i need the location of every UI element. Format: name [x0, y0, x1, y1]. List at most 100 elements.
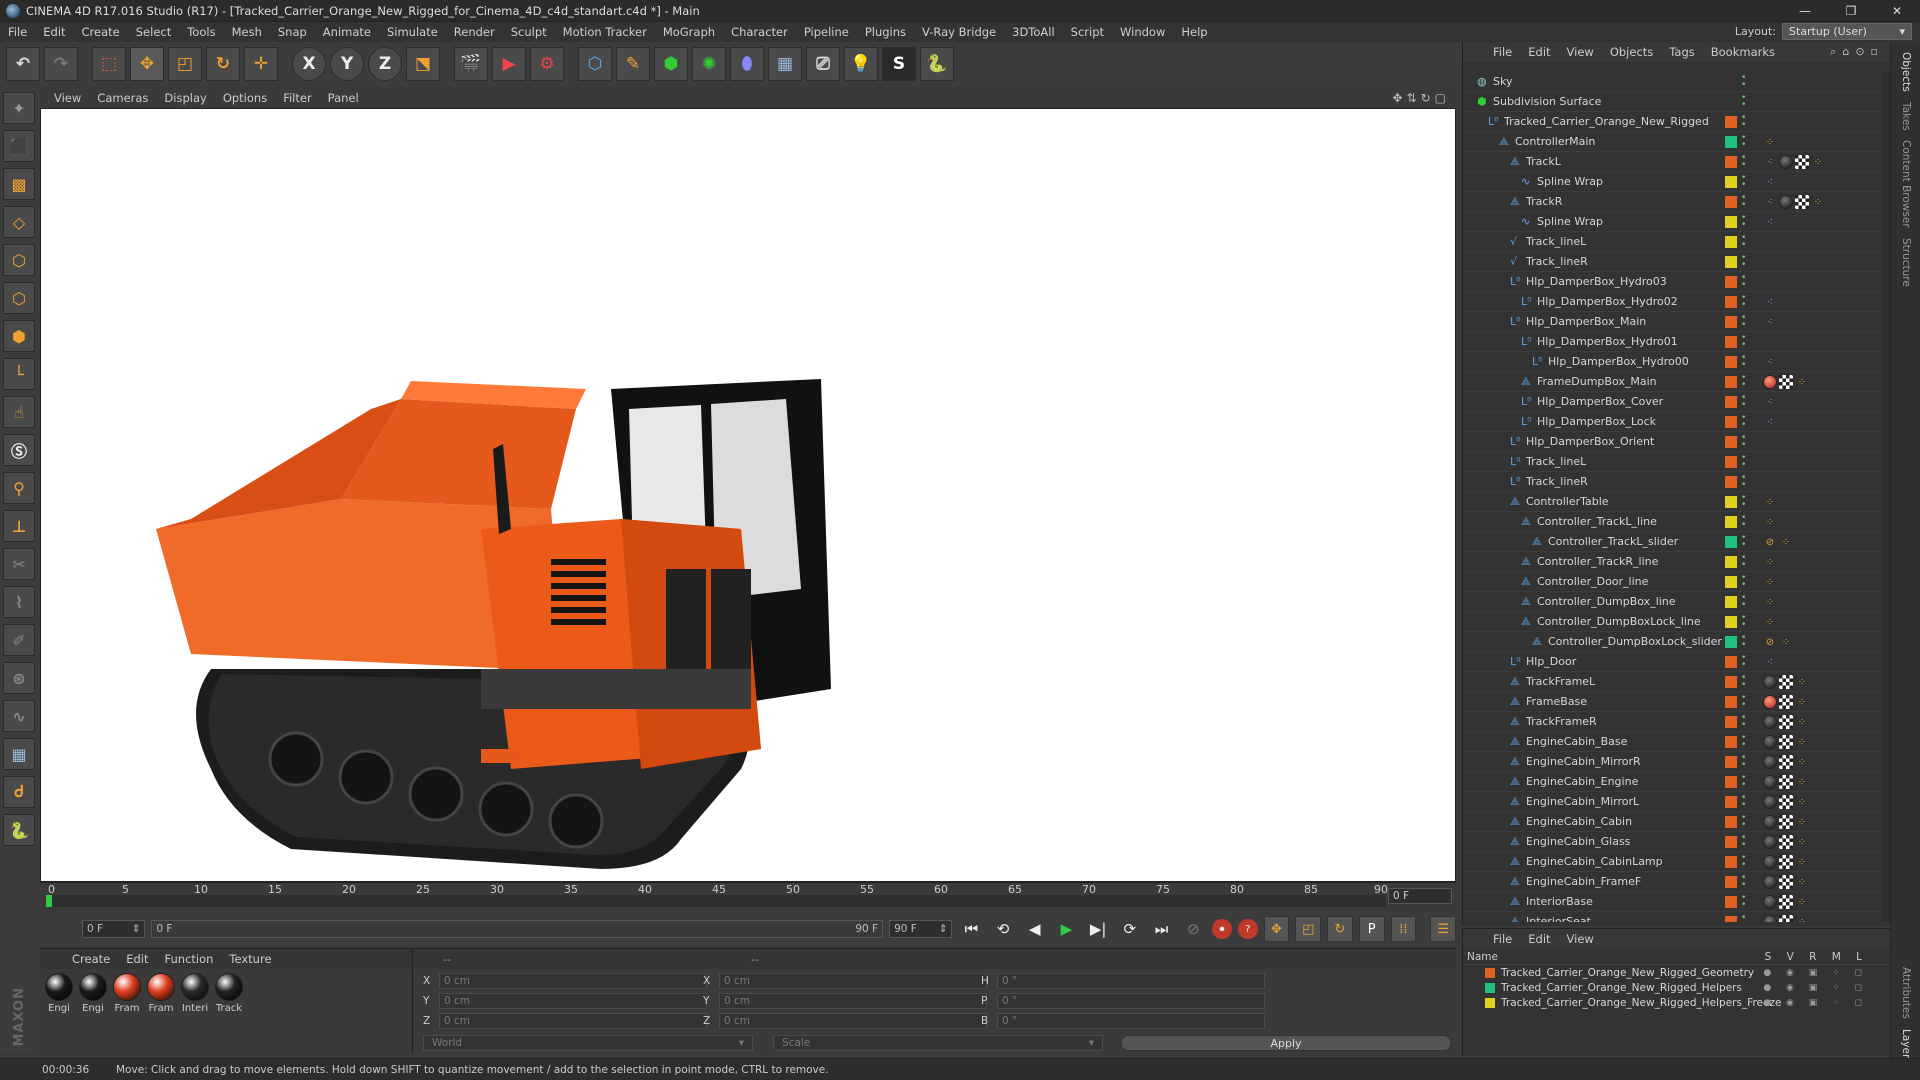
visibility-dots-icon[interactable]: • •	[1741, 74, 1746, 90]
material-swatch[interactable]: Fram	[112, 973, 142, 1014]
coordinate-input[interactable]: 0 cm	[439, 973, 707, 989]
layer-color-swatch[interactable]	[1725, 116, 1737, 128]
xpresso-tag-icon[interactable]: ⁘	[1795, 895, 1809, 909]
layer-color-swatch[interactable]	[1725, 676, 1737, 688]
object-row[interactable]: L⁰ Hlp_DamperBox_Main • • ⁖	[1463, 312, 1883, 332]
loop-forward-icon[interactable]: ⟳	[1117, 916, 1143, 942]
layer-toggle-icons[interactable]: ● ◉ ▣ ⁘ ◻	[1763, 998, 1868, 1008]
visibility-dots-icon[interactable]: • •	[1741, 494, 1746, 510]
layer-color-swatch[interactable]	[1725, 696, 1737, 708]
object-row[interactable]: ⟁ Controller_TrackR_line • • ⁘	[1463, 552, 1883, 572]
layer-color-swatch[interactable]	[1725, 436, 1737, 448]
spline-tag-icon[interactable]: ⁖	[1763, 415, 1777, 429]
xpresso-tag-icon[interactable]: ⁘	[1795, 855, 1809, 869]
visibility-dots-icon[interactable]: • •	[1741, 574, 1746, 590]
layer-color-swatch[interactable]	[1725, 776, 1737, 788]
key-pla-icon[interactable]: ⁞⁞	[1390, 916, 1417, 942]
menu-render[interactable]: Render	[446, 25, 503, 39]
visibility-dots-icon[interactable]: • •	[1741, 374, 1746, 390]
layer-color-swatch[interactable]	[1725, 136, 1737, 148]
visibility-dots-icon[interactable]: • •	[1741, 754, 1746, 770]
object-row[interactable]: ⟁ TrackL • • ⁖ ⁘	[1463, 152, 1883, 172]
visibility-dots-icon[interactable]: • •	[1741, 174, 1746, 190]
spline-tag-icon[interactable]: ⁖	[1763, 215, 1777, 229]
material-tag-icon[interactable]	[1763, 755, 1777, 769]
key-position-icon[interactable]: ✥	[1263, 916, 1290, 942]
material-tag-icon[interactable]	[1763, 895, 1777, 909]
python-icon[interactable]: 🐍	[920, 47, 954, 81]
object-row[interactable]: ⟁ Controller_TrackL_line • • ⁘	[1463, 512, 1883, 532]
make-editable-icon[interactable]: ✦	[3, 92, 35, 124]
material-swatch[interactable]: Fram	[146, 973, 176, 1014]
spline-tag-icon[interactable]: ⁖	[1763, 195, 1777, 209]
end-frame-field[interactable]: 90 F ⇕	[889, 920, 953, 938]
3d-viewport[interactable]	[40, 108, 1456, 882]
uvw-tag-icon[interactable]	[1779, 755, 1793, 769]
menu-edit[interactable]: Edit	[35, 25, 73, 39]
xpresso-tag-icon[interactable]: ⁘	[1795, 835, 1809, 849]
xpresso-tag-icon[interactable]: ⁘	[1795, 775, 1809, 789]
key-scale-icon[interactable]: ◰	[1295, 916, 1322, 942]
menu-mesh[interactable]: Mesh	[224, 25, 270, 39]
visibility-dots-icon[interactable]: • •	[1741, 894, 1746, 910]
menu-mograph[interactable]: MoGraph	[655, 25, 723, 39]
material-tag-icon[interactable]	[1763, 775, 1777, 789]
uvw-tag-icon[interactable]	[1779, 895, 1793, 909]
texture-mode-icon[interactable]: ▩	[3, 168, 35, 200]
object-row[interactable]: L⁰ Hlp_DamperBox_Orient • •	[1463, 432, 1883, 452]
floor-grid-icon[interactable]: ▦	[3, 738, 35, 770]
xpresso-tag-icon[interactable]: ⁘	[1811, 195, 1825, 209]
visibility-dots-icon[interactable]: • •	[1741, 134, 1746, 150]
visibility-dots-icon[interactable]: • •	[1741, 114, 1746, 130]
object-row[interactable]: ⟁ EngineCabin_FrameF • • ⁘	[1463, 872, 1883, 892]
object-row[interactable]: L⁰ Hlp_DamperBox_Hydro00 • • ⁖	[1463, 352, 1883, 372]
layer-color-swatch[interactable]	[1725, 796, 1737, 808]
protection-tag-icon[interactable]: ⊘	[1763, 635, 1777, 649]
xpresso-tag-icon[interactable]: ⁘	[1763, 495, 1777, 509]
uvw-tag-icon[interactable]	[1779, 835, 1793, 849]
visibility-dots-icon[interactable]: • •	[1741, 734, 1746, 750]
array-icon[interactable]: ✺	[692, 47, 726, 81]
uvw-tag-icon[interactable]	[1779, 875, 1793, 889]
deformer-icon[interactable]: ⬮	[730, 47, 764, 81]
visibility-dots-icon[interactable]: • •	[1741, 274, 1746, 290]
uvw-tag-icon[interactable]	[1779, 855, 1793, 869]
object-row[interactable]: L⁰ Hlp_Door • • ⁖	[1463, 652, 1883, 672]
move-icon[interactable]: ✥	[130, 47, 164, 81]
viewport-navigation-icons[interactable]: ✥⇅↻▢	[1392, 91, 1450, 105]
object-row[interactable]: ⟁ EngineCabin_MirrorL • • ⁘	[1463, 792, 1883, 812]
visibility-dots-icon[interactable]: • •	[1741, 414, 1746, 430]
viewport-menu-display[interactable]: Display	[156, 91, 214, 105]
om-menu-tags[interactable]: Tags	[1661, 45, 1702, 59]
object-row[interactable]: ⟁ TrackFrameR • • ⁘	[1463, 712, 1883, 732]
polygons-mode-icon[interactable]: ⬢	[3, 320, 35, 352]
material-tag-icon[interactable]	[1763, 735, 1777, 749]
magnet-sculpt-icon[interactable]: Ꮷ	[3, 776, 35, 808]
lm-menu-file[interactable]: File	[1485, 932, 1520, 946]
xpresso-tag-icon[interactable]: ⁘	[1763, 595, 1777, 609]
brush-tool-icon[interactable]: ✐	[3, 624, 35, 656]
om-toolbar-icons[interactable]: ⌕⌂⊙▫	[1830, 45, 1890, 59]
x-axis-icon[interactable]: X	[292, 47, 326, 81]
loop-icon[interactable]: ⟲	[990, 916, 1016, 942]
material-tag-icon[interactable]	[1763, 715, 1777, 729]
xpresso-tag-icon[interactable]: ⁘	[1779, 635, 1793, 649]
uvw-tag-icon[interactable]	[1795, 155, 1809, 169]
layer-color-swatch[interactable]	[1725, 256, 1737, 268]
xpresso-tag-icon[interactable]: ⁘	[1763, 135, 1777, 149]
menu-3dtoall[interactable]: 3DToAll	[1004, 25, 1063, 39]
menu-plugins[interactable]: Plugins	[857, 25, 914, 39]
visibility-dots-icon[interactable]: • •	[1741, 674, 1746, 690]
menu-select[interactable]: Select	[128, 25, 179, 39]
visibility-dots-icon[interactable]: • •	[1741, 854, 1746, 870]
viewport-menu-cameras[interactable]: Cameras	[89, 91, 156, 105]
material-menu-function[interactable]: Function	[157, 952, 222, 966]
visibility-dots-icon[interactable]: • •	[1741, 594, 1746, 610]
menu-tools[interactable]: Tools	[179, 25, 223, 39]
autokey-icon[interactable]: ?	[1237, 919, 1258, 939]
visibility-dots-icon[interactable]: • •	[1741, 334, 1746, 350]
uvw-tag-icon[interactable]	[1779, 795, 1793, 809]
uvw-tag-icon[interactable]	[1779, 915, 1793, 922]
material-tag-icon[interactable]	[1763, 875, 1777, 889]
close-button[interactable]: ✕	[1874, 0, 1920, 22]
